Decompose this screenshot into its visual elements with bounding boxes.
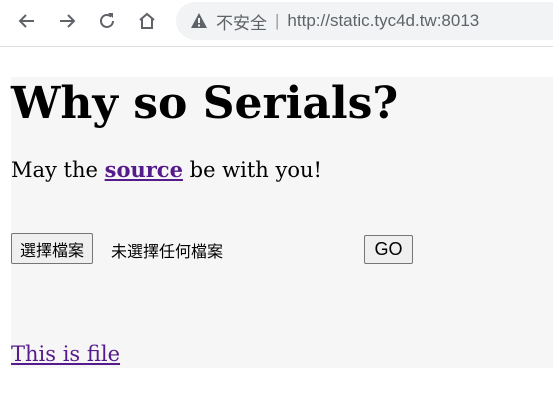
home-icon	[139, 12, 155, 29]
tagline: May the source be with you!	[11, 157, 322, 182]
tagline-after: be with you!	[182, 158, 322, 182]
address-divider: |	[275, 11, 280, 30]
forward-button[interactable]	[52, 6, 82, 36]
go-button[interactable]: GO	[364, 235, 413, 264]
reload-icon	[100, 13, 114, 28]
toolbar-divider	[0, 46, 553, 47]
security-label[interactable]: 不安全	[216, 9, 267, 34]
back-button[interactable]	[12, 6, 42, 36]
tagline-before: May the	[11, 158, 105, 182]
choose-file-button[interactable]: 選擇檔案	[11, 233, 94, 264]
file-link[interactable]: This is file	[11, 342, 120, 366]
home-button[interactable]	[132, 6, 162, 36]
page-title: Why so Serials?	[11, 78, 399, 129]
warning-icon[interactable]	[190, 12, 208, 30]
page-content: Why so Serials? May the source be with y…	[11, 77, 553, 368]
url-text[interactable]: http://static.tyc4d.tw:8013	[287, 11, 479, 31]
source-link[interactable]: source	[105, 157, 183, 182]
no-file-chosen-text: 未選擇任何檔案	[111, 242, 224, 261]
reload-button[interactable]	[92, 6, 122, 36]
browser-toolbar: 不安全 | http://static.tyc4d.tw:8013	[0, 0, 553, 44]
arrow-right-icon	[60, 14, 76, 28]
address-bar[interactable]: 不安全 | http://static.tyc4d.tw:8013	[176, 2, 553, 40]
arrow-left-icon	[18, 14, 34, 28]
